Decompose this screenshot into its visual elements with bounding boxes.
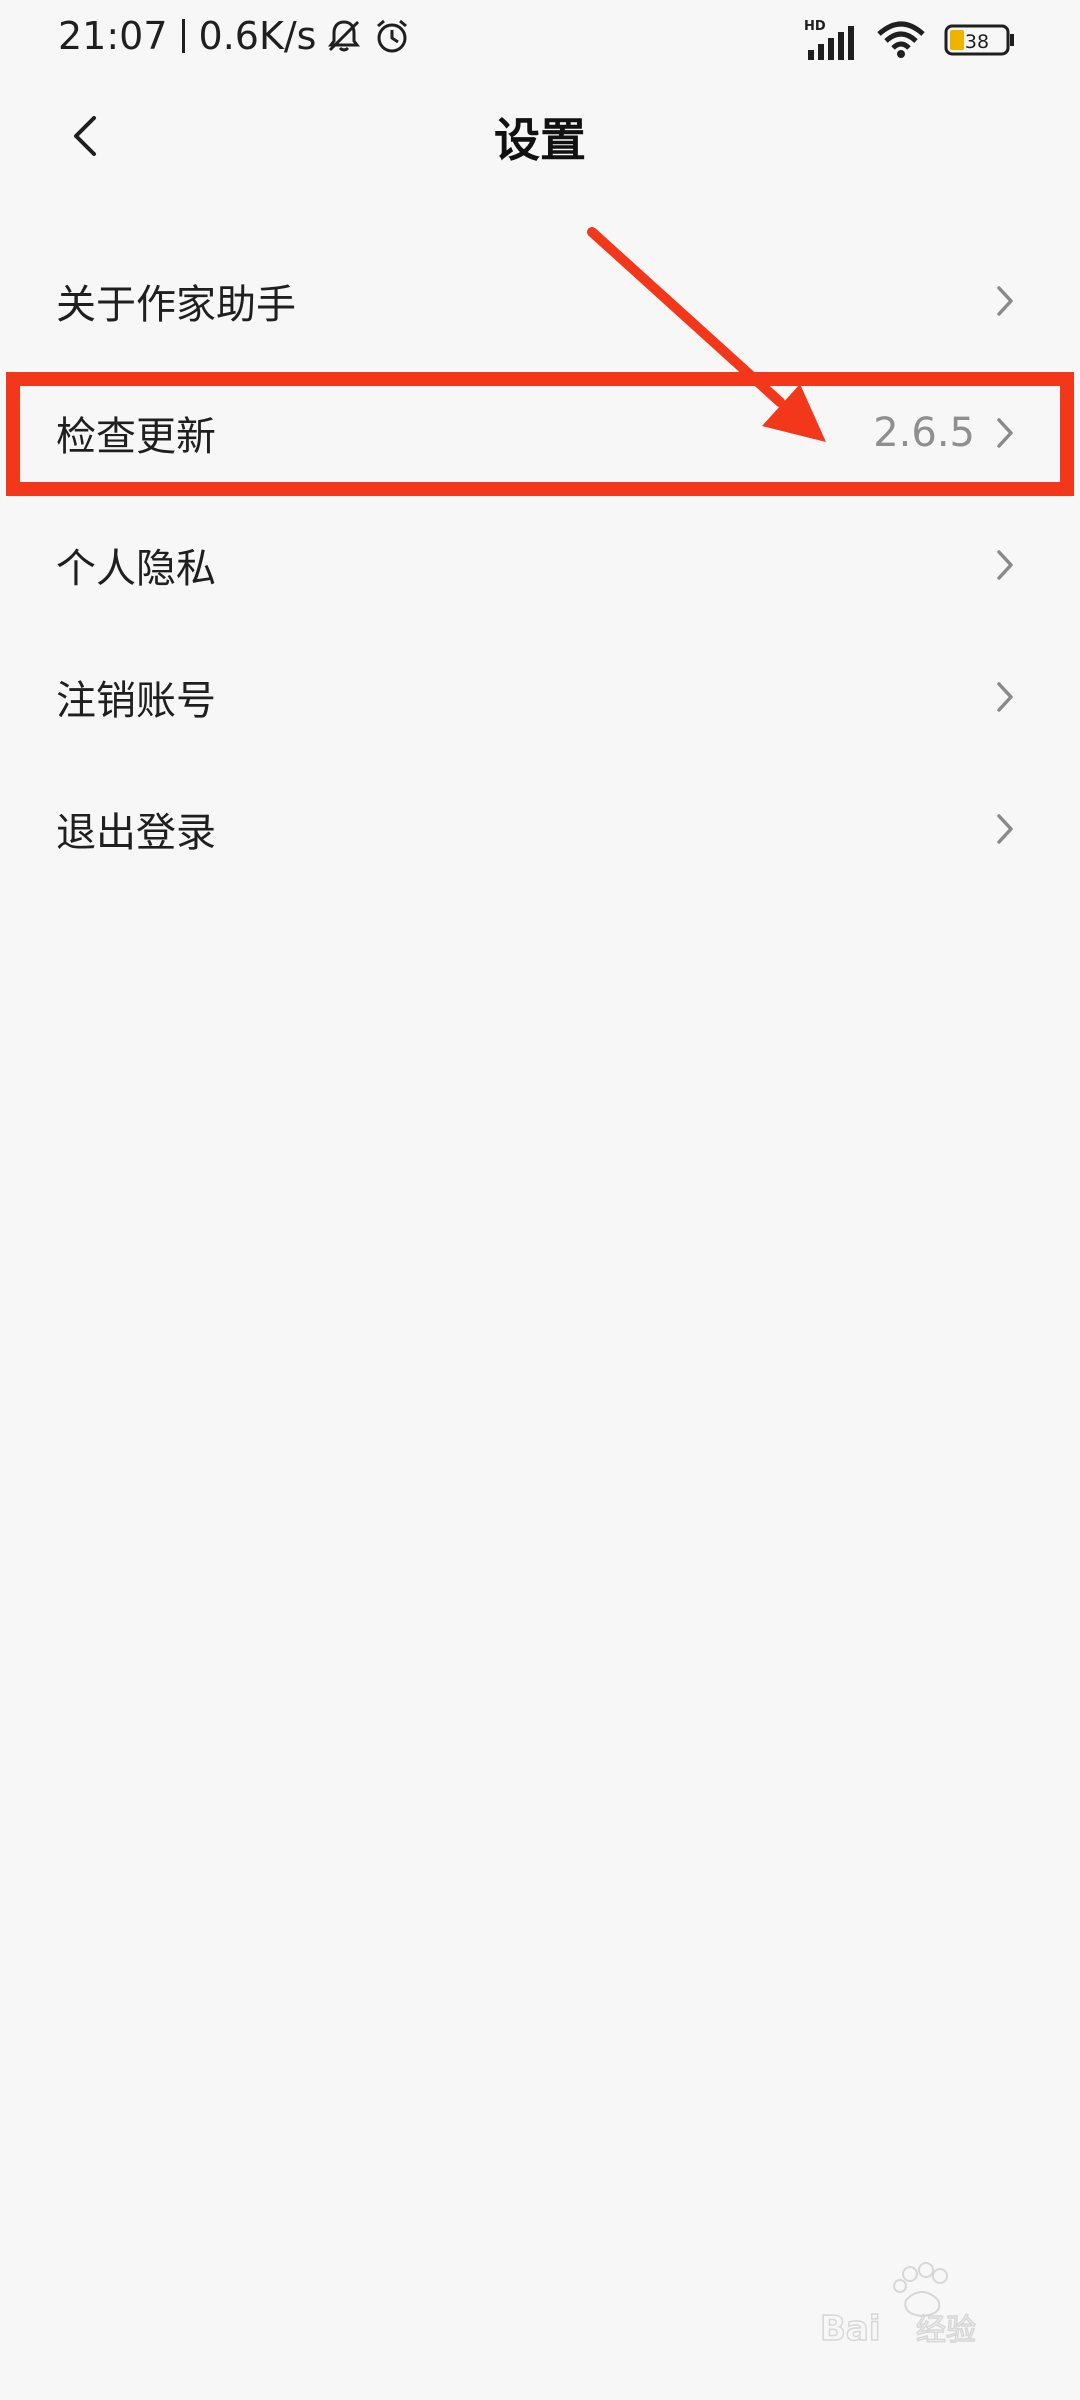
wifi-icon <box>876 20 926 60</box>
version-value: 2.6.5 <box>873 410 975 456</box>
status-bar: 21:07 0.6K/s HD 38 <box>0 0 1080 84</box>
settings-row-logout[interactable]: 退出登录 <box>0 763 1080 895</box>
row-label: 退出登录 <box>56 810 216 856</box>
svg-text:Bai: Bai <box>820 2309 881 2349</box>
watermark: Bai 经验 <box>820 2260 1020 2370</box>
chevron-right-icon <box>990 545 1020 585</box>
battery-level: 38 <box>965 31 989 53</box>
settings-row-delete-account[interactable]: 注销账号 <box>0 631 1080 763</box>
settings-row-privacy[interactable]: 个人隐私 <box>0 499 1080 631</box>
settings-row-check-update[interactable]: 检查更新 2.6.5 <box>0 367 1080 499</box>
header: 设置 <box>0 92 1080 182</box>
alarm-icon <box>372 16 412 56</box>
chevron-right-icon <box>990 413 1020 453</box>
status-left: 21:07 0.6K/s <box>58 14 412 58</box>
bell-off-icon <box>324 16 364 56</box>
row-label: 注销账号 <box>56 678 216 724</box>
row-label: 检查更新 <box>56 414 216 460</box>
settings-list: 关于作家助手 检查更新 2.6.5 个人隐私 注销账号 退出登录 <box>0 235 1080 895</box>
chevron-right-icon <box>990 677 1020 717</box>
chevron-right-icon <box>990 809 1020 849</box>
hd-signal-icon: HD <box>804 18 858 62</box>
page-title: 设置 <box>494 113 586 167</box>
signal-label: HD <box>804 19 826 34</box>
status-separator <box>181 19 185 53</box>
chevron-right-icon <box>990 281 1020 321</box>
row-label: 个人隐私 <box>56 546 216 592</box>
status-right: HD 38 <box>804 18 1016 62</box>
status-time: 21:07 <box>58 14 168 58</box>
row-label: 关于作家助手 <box>56 282 296 328</box>
baidu-watermark-logo: Bai 经验 <box>820 2262 977 2350</box>
battery-icon: 38 <box>944 22 1016 58</box>
svg-text:经验: 经验 <box>916 2313 976 2348</box>
network-speed: 0.6K/s <box>198 14 317 58</box>
settings-row-about[interactable]: 关于作家助手 <box>0 235 1080 367</box>
